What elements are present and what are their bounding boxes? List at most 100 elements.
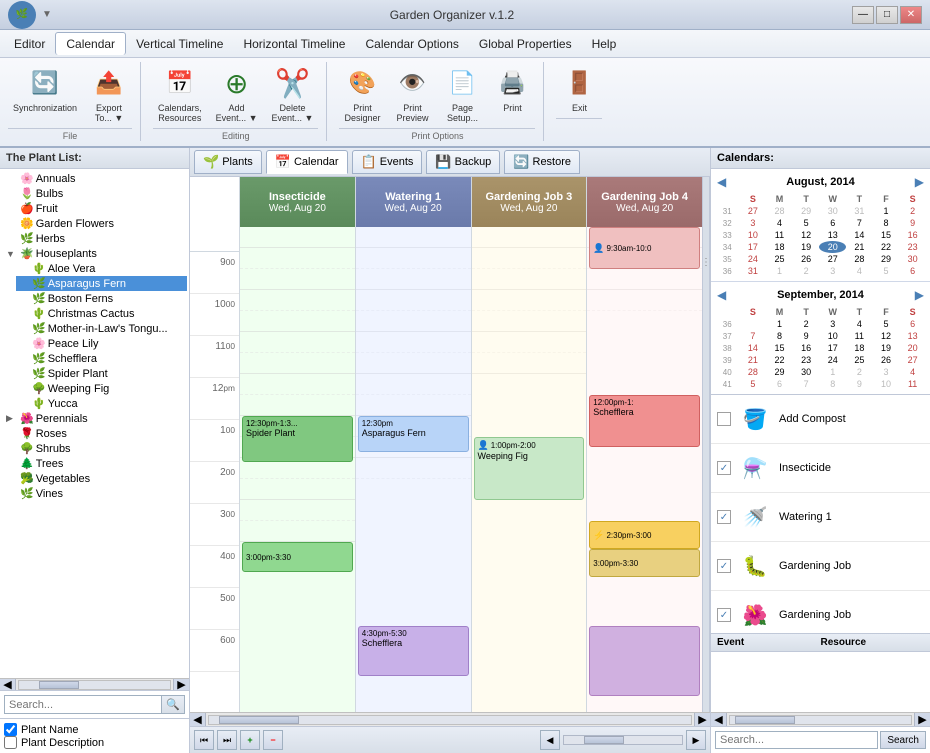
sep-oct6[interactable]: 6 bbox=[766, 378, 793, 390]
col-resize-handle[interactable]: ⋮ bbox=[702, 177, 710, 712]
sep-oct3[interactable]: 3 bbox=[873, 366, 900, 378]
tree-item-houseplants[interactable]: ▼ 🪴 Houseplants bbox=[2, 246, 187, 261]
aug-25[interactable]: 25 bbox=[766, 253, 793, 265]
tab-calendar[interactable]: 📅 Calendar bbox=[266, 150, 348, 174]
tab-backup[interactable]: 💾 Backup bbox=[426, 150, 500, 174]
sep-d16[interactable]: 16 bbox=[793, 342, 820, 354]
aug-30[interactable]: 30 bbox=[819, 205, 846, 217]
sep-d29[interactable]: 29 bbox=[766, 366, 793, 378]
sep-d23[interactable]: 23 bbox=[793, 354, 820, 366]
aug-16[interactable]: 16 bbox=[899, 229, 926, 241]
event-asparagus-fern[interactable]: 12:30pm Asparagus Fern bbox=[358, 416, 469, 452]
print-designer-button[interactable]: 🎨 PrintDesigner bbox=[339, 62, 385, 126]
right-scroll-track[interactable] bbox=[729, 715, 912, 725]
aug-26[interactable]: 26 bbox=[793, 253, 820, 265]
nav-prev[interactable]: ⏭ bbox=[217, 730, 237, 750]
aug-prev-btn[interactable]: ◀ bbox=[717, 175, 726, 189]
sep-d21[interactable]: 21 bbox=[740, 354, 767, 366]
tree-item-trees[interactable]: 🌲 Trees bbox=[2, 456, 187, 471]
sep-d15[interactable]: 15 bbox=[766, 342, 793, 354]
insecticide-checkbox[interactable] bbox=[717, 461, 731, 475]
event-9-30am[interactable]: 👤 9:30am-10:0 bbox=[589, 227, 700, 269]
aug-27b[interactable]: 27 bbox=[819, 253, 846, 265]
sep-oct10[interactable]: 10 bbox=[873, 378, 900, 390]
tree-item-asparagus-fern[interactable]: 🌿 Asparagus Fern bbox=[16, 276, 187, 291]
delete-event-button[interactable]: ✂️ DeleteEvent... ▼ bbox=[267, 62, 319, 126]
watering1-checkbox[interactable] bbox=[717, 510, 731, 524]
sep-d30[interactable]: 30 bbox=[793, 366, 820, 378]
tree-item-mother-in-laws[interactable]: 🌿 Mother-in-Law's Tongu... bbox=[16, 321, 187, 336]
plant-description-checkbox[interactable] bbox=[4, 736, 17, 749]
maximize-button[interactable]: □ bbox=[876, 6, 898, 24]
sep-2[interactable]: 2 bbox=[793, 265, 820, 277]
tab-restore[interactable]: 🔄 Restore bbox=[504, 150, 580, 174]
sep-d2[interactable]: 2 bbox=[793, 318, 820, 330]
sep-d6[interactable]: 6 bbox=[899, 318, 926, 330]
menu-vertical-timeline[interactable]: Vertical Timeline bbox=[126, 33, 233, 55]
tree-item-annuals[interactable]: 🌸 Annuals bbox=[2, 171, 187, 186]
tree-item-garden-flowers[interactable]: 🌼 Garden Flowers bbox=[2, 216, 187, 231]
aug-29b[interactable]: 29 bbox=[873, 253, 900, 265]
event-4-30pm-g4[interactable] bbox=[589, 626, 700, 696]
sep-oct11[interactable]: 11 bbox=[899, 378, 926, 390]
aug-9[interactable]: 9 bbox=[899, 217, 926, 229]
sep-d13[interactable]: 13 bbox=[899, 330, 926, 342]
aug-11[interactable]: 11 bbox=[766, 229, 793, 241]
sep-d1[interactable]: 1 bbox=[766, 318, 793, 330]
sep-d17[interactable]: 17 bbox=[819, 342, 846, 354]
aug-30b[interactable]: 30 bbox=[899, 253, 926, 265]
aug-27[interactable]: 27 bbox=[740, 205, 767, 217]
gardening2-checkbox[interactable] bbox=[717, 608, 731, 622]
nav-remove[interactable]: − bbox=[263, 730, 283, 750]
sep-oct8[interactable]: 8 bbox=[819, 378, 846, 390]
sep-d11[interactable]: 11 bbox=[846, 330, 873, 342]
aug-next-btn[interactable]: ▶ bbox=[915, 175, 924, 189]
aug-10[interactable]: 10 bbox=[740, 229, 767, 241]
tree-item-bulbs[interactable]: 🌷 Bulbs bbox=[2, 186, 187, 201]
compost-checkbox[interactable] bbox=[717, 412, 731, 426]
menu-calendar-options[interactable]: Calendar Options bbox=[355, 33, 468, 55]
right-scroll-thumb[interactable] bbox=[735, 716, 795, 724]
sep-d7[interactable]: 7 bbox=[740, 330, 767, 342]
sep-d20[interactable]: 20 bbox=[899, 342, 926, 354]
sep-oct7[interactable]: 7 bbox=[793, 378, 820, 390]
tree-item-christmas-cactus[interactable]: 🌵 Christmas Cactus bbox=[16, 306, 187, 321]
page-setup-button[interactable]: 📄 PageSetup... bbox=[439, 62, 485, 126]
tree-item-weeping-fig[interactable]: 🌳 Weeping Fig bbox=[16, 381, 187, 396]
nav-back[interactable]: ◀ bbox=[540, 730, 560, 750]
sep-next-btn[interactable]: ▶ bbox=[915, 288, 924, 302]
tree-item-herbs[interactable]: 🌿 Herbs bbox=[2, 231, 187, 246]
menu-editor[interactable]: Editor bbox=[4, 33, 55, 55]
sep-6[interactable]: 6 bbox=[899, 265, 926, 277]
tree-item-perennials[interactable]: ▶ 🌺 Perennials bbox=[2, 411, 187, 426]
aug-15[interactable]: 15 bbox=[873, 229, 900, 241]
add-event-button[interactable]: ⊕ AddEvent... ▼ bbox=[211, 62, 263, 126]
nav-add[interactable]: + bbox=[240, 730, 260, 750]
aug-1[interactable]: 1 bbox=[873, 205, 900, 217]
sep-d27[interactable]: 27 bbox=[899, 354, 926, 366]
tree-item-shrubs[interactable]: 🌳 Shrubs bbox=[2, 441, 187, 456]
scroll-left-btn[interactable]: ◀ bbox=[0, 679, 16, 690]
sep-d26[interactable]: 26 bbox=[873, 354, 900, 366]
tree-item-peace-lily[interactable]: 🌸 Peace Lily bbox=[16, 336, 187, 351]
scroll-thumb[interactable] bbox=[39, 681, 79, 689]
h-scroll-thumb[interactable] bbox=[219, 716, 299, 724]
aug-4[interactable]: 4 bbox=[766, 217, 793, 229]
event-3pm-g4[interactable]: 3:00pm-3:30 bbox=[589, 549, 700, 577]
event-spider-plant[interactable]: 12:30pm-1:3... Spider Plant bbox=[242, 416, 353, 462]
menu-horizontal-timeline[interactable]: Horizontal Timeline bbox=[233, 33, 355, 55]
aug-7[interactable]: 7 bbox=[846, 217, 873, 229]
sep-oct5[interactable]: 5 bbox=[740, 378, 767, 390]
nav-first[interactable]: ⏮ bbox=[194, 730, 214, 750]
right-h-scrollbar[interactable]: ◀ ▶ bbox=[711, 712, 930, 726]
aug-14[interactable]: 14 bbox=[846, 229, 873, 241]
aug-6[interactable]: 6 bbox=[819, 217, 846, 229]
sep-d18[interactable]: 18 bbox=[846, 342, 873, 354]
aug-2[interactable]: 2 bbox=[899, 205, 926, 217]
event-schefflera-watering[interactable]: 4:30pm-5:30 Schefflera bbox=[358, 626, 469, 676]
sep-1[interactable]: 1 bbox=[766, 265, 793, 277]
tree-item-schefflera[interactable]: 🌿 Schefflera bbox=[16, 351, 187, 366]
gardening-checkbox[interactable] bbox=[717, 559, 731, 573]
tree-item-vegetables[interactable]: 🥦 Vegetables bbox=[2, 471, 187, 486]
time-scroll-thumb[interactable] bbox=[584, 736, 624, 744]
